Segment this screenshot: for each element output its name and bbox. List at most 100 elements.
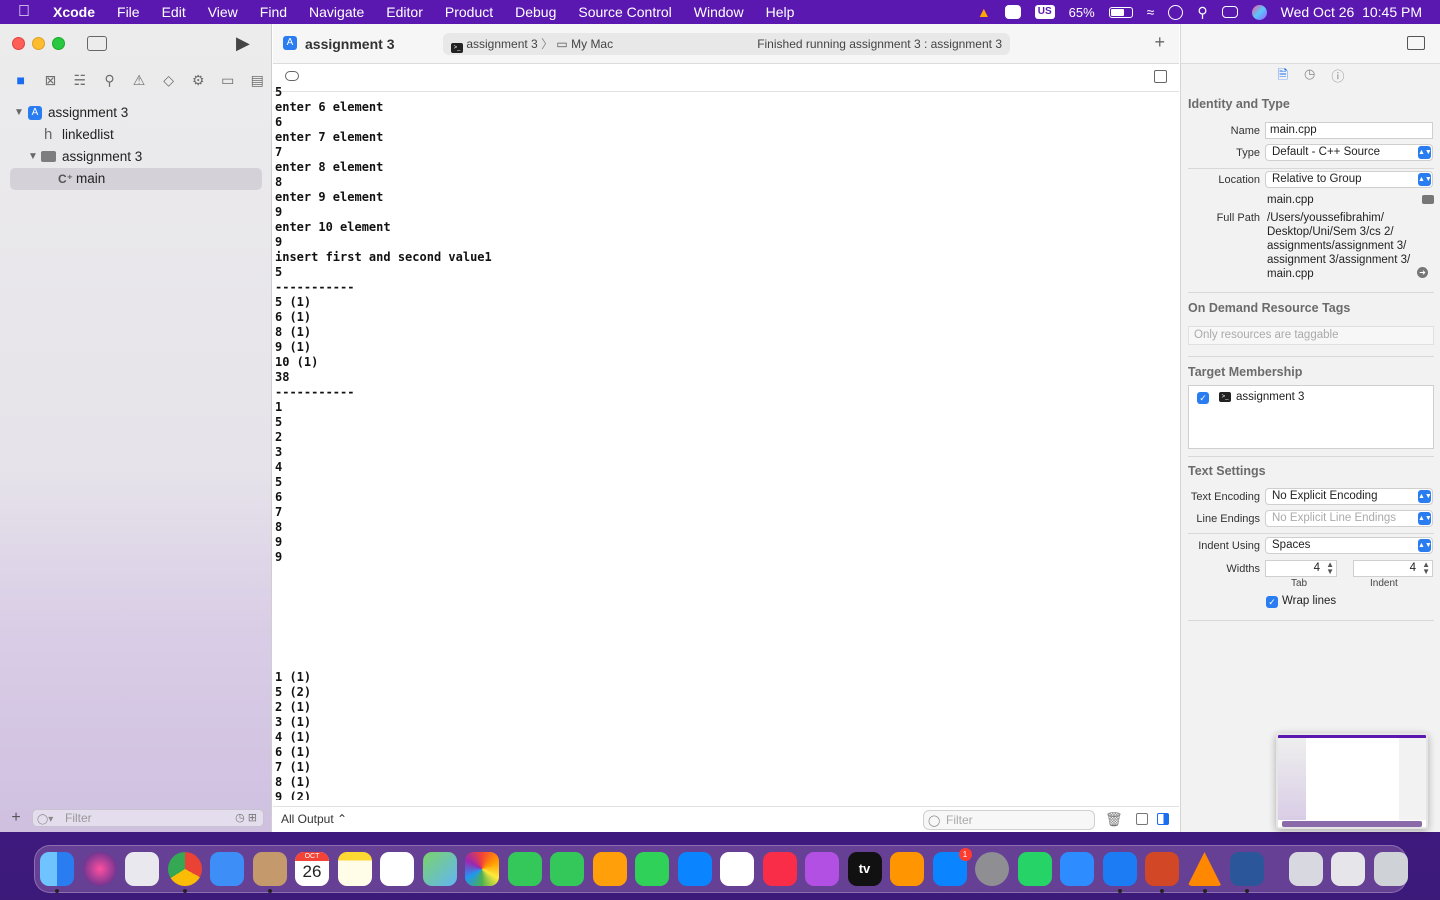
apple-menu-icon[interactable]:  bbox=[0, 0, 42, 24]
tab-width-field[interactable]: 4 ▲ ▼ bbox=[1265, 560, 1337, 577]
stepper-icon[interactable]: ▲ ▼ bbox=[1326, 561, 1334, 576]
dock-keynote-icon[interactable] bbox=[677, 852, 712, 886]
dock-tv-icon[interactable]: tv bbox=[847, 852, 882, 886]
wifi-icon[interactable]: ≈ bbox=[1147, 4, 1155, 20]
breakpoints-toggle-icon[interactable] bbox=[285, 71, 299, 81]
dock-pages-icon[interactable] bbox=[592, 852, 627, 886]
menu-window[interactable]: Window bbox=[683, 0, 755, 24]
dock-reminders-icon[interactable] bbox=[380, 852, 414, 886]
dock-xcode-icon[interactable] bbox=[1102, 852, 1137, 886]
issue-navigator-icon[interactable]: ⚠ bbox=[124, 72, 154, 89]
spotlight-search-icon[interactable]: ⚲ bbox=[1197, 4, 1207, 21]
disclosure-open-icon[interactable]: ▼ bbox=[14, 102, 24, 124]
dock-music-icon[interactable] bbox=[762, 852, 797, 886]
filter-options-icon[interactable]: ◯▾ bbox=[37, 812, 53, 828]
reveal-in-finder-icon[interactable]: ➜ bbox=[1417, 267, 1428, 278]
wrap-lines-checkbox[interactable]: ✓ bbox=[1266, 596, 1278, 608]
dock-chrome-icon[interactable] bbox=[167, 852, 202, 886]
line-endings-popup[interactable]: No Explicit Line Endings ▲▼ bbox=[1265, 510, 1433, 527]
activity-viewer[interactable]: >_ assignment 3 〉 ▭ My Mac Finished runn… bbox=[443, 33, 1010, 55]
disclosure-open-icon[interactable]: ▼ bbox=[28, 146, 38, 168]
screenshot-thumbnail[interactable] bbox=[1276, 733, 1428, 829]
dock-documents-icon[interactable] bbox=[1331, 852, 1365, 886]
indent-width-field[interactable]: 4 ▲ ▼ bbox=[1353, 560, 1433, 577]
quick-help-icon[interactable]: ⓘ bbox=[1331, 66, 1344, 92]
dock-books-icon[interactable] bbox=[890, 852, 924, 886]
breakpoint-navigator-icon[interactable]: ▭ bbox=[213, 72, 243, 89]
console-filter-field[interactable]: ◯ Filter bbox=[923, 810, 1095, 830]
choose-folder-icon[interactable] bbox=[1422, 195, 1434, 204]
dock-downloads-icon[interactable] bbox=[1288, 852, 1323, 886]
siri-icon[interactable] bbox=[1251, 4, 1267, 20]
dock-photos-icon[interactable] bbox=[465, 852, 499, 886]
dock-mail-icon[interactable] bbox=[210, 852, 244, 886]
project-navigator-icon[interactable]: ■ bbox=[6, 72, 36, 88]
history-inspector-icon[interactable]: ◷ bbox=[1304, 66, 1315, 92]
symbol-navigator-icon[interactable]: ☵ bbox=[65, 72, 95, 89]
menu-source-control[interactable]: Source Control bbox=[567, 0, 682, 24]
menu-debug[interactable]: Debug bbox=[504, 0, 567, 24]
user-icon[interactable] bbox=[1168, 4, 1184, 20]
output-selector[interactable]: All Output ⌃ bbox=[281, 812, 347, 826]
menu-file[interactable]: File bbox=[106, 0, 151, 24]
dock-powerpoint-icon[interactable] bbox=[1145, 852, 1179, 886]
menu-view[interactable]: View bbox=[197, 0, 249, 24]
toggle-navigator-icon[interactable] bbox=[87, 36, 107, 51]
dock-facetime-icon[interactable] bbox=[550, 852, 584, 886]
zoom-menu-icon[interactable] bbox=[1004, 5, 1021, 19]
menu-help[interactable]: Help bbox=[755, 0, 806, 24]
location-popup[interactable]: Relative to Group ▲▼ bbox=[1265, 171, 1433, 188]
name-field[interactable]: main.cpp bbox=[1265, 122, 1433, 139]
dock-numbers-icon[interactable] bbox=[635, 852, 669, 886]
dock-launchpad-icon[interactable] bbox=[125, 852, 159, 886]
dock-trash-icon[interactable] bbox=[1373, 852, 1408, 886]
dock-calendar-icon[interactable]: OCT 26 bbox=[295, 852, 329, 886]
navigator-filter-field[interactable]: ◯▾ Filter ◷ ⊞ bbox=[32, 809, 264, 827]
run-button[interactable]: ▶ bbox=[236, 33, 250, 54]
dock-whatsapp-icon[interactable] bbox=[1017, 852, 1052, 886]
report-navigator-icon[interactable]: ▤ bbox=[243, 72, 273, 89]
dock-finder-icon[interactable] bbox=[40, 852, 74, 886]
clear-console-icon[interactable]: 🗑 bbox=[1105, 811, 1123, 828]
window-minimize-button[interactable] bbox=[32, 37, 45, 50]
stepper-icon[interactable]: ▲ ▼ bbox=[1422, 561, 1430, 576]
debug-navigator-icon[interactable]: ⚙ bbox=[183, 72, 213, 89]
dock-siri-icon[interactable] bbox=[82, 852, 117, 886]
type-popup[interactable]: Default - C++ Source ▲▼ bbox=[1265, 144, 1433, 161]
menu-edit[interactable]: Edit bbox=[151, 0, 197, 24]
add-file-button[interactable]: + bbox=[0, 809, 32, 827]
hide-debug-area-icon[interactable] bbox=[1154, 70, 1167, 83]
input-source-icon[interactable]: US bbox=[1034, 5, 1055, 19]
add-tab-button[interactable]: + bbox=[1154, 32, 1165, 53]
console-output[interactable]: 5 enter 6 element 6 enter 7 element 7 enter 8… bbox=[275, 85, 1175, 800]
dock-app-store-icon[interactable]: 1 bbox=[932, 848, 972, 886]
tree-item-linkedlist[interactable]: h linkedlist bbox=[0, 124, 272, 146]
target-checkbox[interactable]: ✓ bbox=[1197, 392, 1209, 404]
menu-app-name[interactable]: Xcode bbox=[42, 0, 106, 24]
menu-editor[interactable]: Editor bbox=[375, 0, 434, 24]
file-inspector-icon[interactable]: 🗎 bbox=[1278, 66, 1288, 92]
recent-files-icon[interactable]: ◷ ⊞ bbox=[235, 810, 257, 826]
scheme-selector[interactable]: >_ assignment 3 〉 ▭ My Mac bbox=[451, 33, 613, 55]
toggle-inspector-icon[interactable] bbox=[1407, 36, 1425, 50]
find-navigator-icon[interactable]: ⚲ bbox=[95, 72, 125, 89]
encoding-popup[interactable]: No Explicit Encoding ▲▼ bbox=[1265, 488, 1433, 505]
dock-podcasts-icon[interactable] bbox=[805, 852, 839, 886]
tree-item-group[interactable]: ▼ assignment 3 bbox=[0, 146, 272, 168]
dock-news-icon[interactable] bbox=[720, 852, 754, 886]
dock-word-icon[interactable] bbox=[1230, 852, 1264, 886]
menu-find[interactable]: Find bbox=[249, 0, 298, 24]
show-variables-view-icon[interactable] bbox=[1136, 813, 1148, 825]
dock-vlc-icon[interactable] bbox=[1187, 852, 1222, 886]
tree-item-main[interactable]: C⁺ main bbox=[10, 168, 262, 190]
tree-item-project[interactable]: ▼ A assignment 3 bbox=[0, 102, 272, 124]
menu-clock[interactable]: Wed Oct 26 10:45 PM bbox=[1281, 4, 1422, 20]
test-navigator-icon[interactable]: ◇ bbox=[154, 72, 184, 89]
window-close-button[interactable] bbox=[12, 37, 25, 50]
dock-messages-icon[interactable] bbox=[507, 852, 542, 886]
source-control-navigator-icon[interactable]: ⊠ bbox=[36, 72, 66, 89]
dock-maps-icon[interactable] bbox=[422, 852, 457, 886]
show-console-view-icon[interactable] bbox=[1157, 813, 1169, 825]
battery-icon[interactable] bbox=[1108, 6, 1133, 18]
dock-zoom-icon[interactable] bbox=[1060, 852, 1094, 886]
